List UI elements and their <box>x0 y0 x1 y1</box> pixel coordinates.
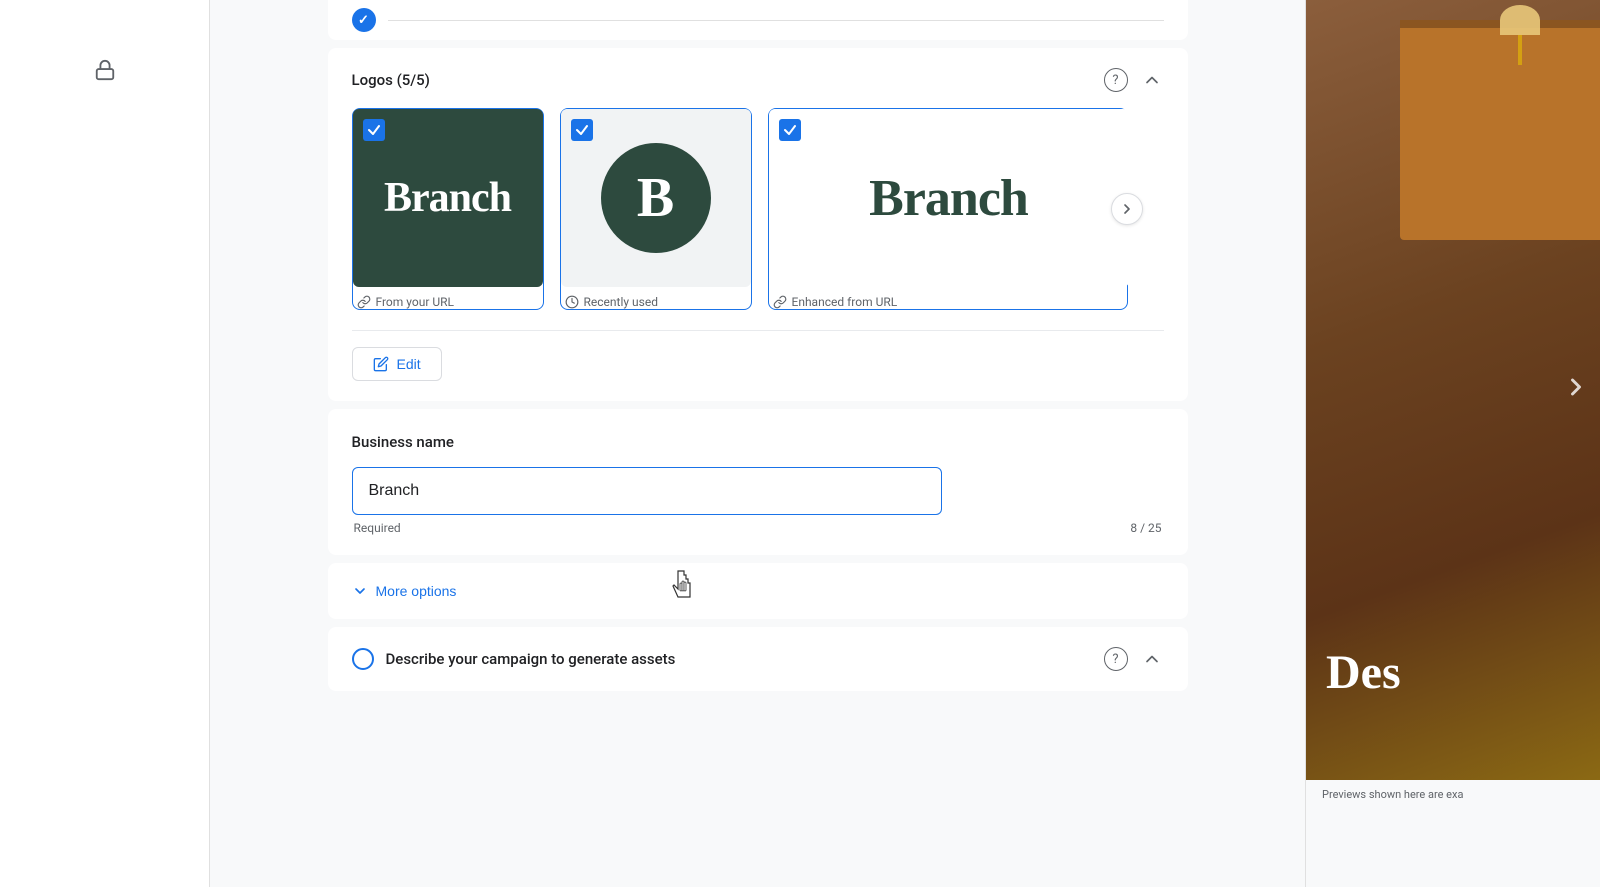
logo-3-label: Enhanced from URL <box>769 295 1127 309</box>
business-name-input-wrapper <box>352 467 1164 515</box>
logo-2-label: Recently used <box>561 295 751 309</box>
edit-btn-wrapper: Edit <box>352 330 1164 381</box>
logo-3-checkbox[interactable] <box>779 119 801 141</box>
describe-help-icon[interactable]: ? <box>1104 647 1128 671</box>
cursor-hand <box>668 569 700 609</box>
describe-section: Describe your campaign to generate asset… <box>328 627 1188 691</box>
preview-arrow-icon[interactable] <box>1562 373 1590 407</box>
step-indicator: ✓ <box>352 8 376 32</box>
logo-1-text: Branch <box>384 174 511 222</box>
describe-title: Describe your campaign to generate asset… <box>386 650 676 668</box>
input-meta: Required 8 / 25 <box>352 521 1164 535</box>
logos-section: Logos (5/5) ? <box>328 48 1188 401</box>
logos-help-icon[interactable]: ? <box>1104 68 1128 92</box>
describe-actions: ? <box>1104 647 1164 671</box>
logos-collapse-icon[interactable] <box>1140 68 1164 92</box>
logo-2-circle: B <box>601 143 711 253</box>
main-content: ✓ Logos (5/5) ? <box>210 0 1305 887</box>
logo-1-label: From your URL <box>353 295 543 309</box>
preview-text-overlay: Des <box>1326 645 1401 700</box>
logos-title: Logos (5/5) <box>352 71 430 89</box>
describe-collapse-icon[interactable] <box>1140 647 1164 671</box>
logo-3-image: Branch <box>769 109 1129 287</box>
describe-radio[interactable] <box>352 648 374 670</box>
logo-2-checkbox[interactable] <box>571 119 593 141</box>
logo-cards-container: Branch From your URL <box>352 108 1164 310</box>
edit-icon <box>373 356 389 372</box>
chevron-down-icon <box>352 583 368 599</box>
top-stub: ✓ <box>328 0 1188 40</box>
lock-icon <box>85 50 125 90</box>
business-name-section: Business name Required 8 / 25 <box>328 409 1188 555</box>
logos-actions: ? <box>1104 68 1164 92</box>
preview-image: Des Previews shown here are exa <box>1306 0 1600 887</box>
preview-note: Previews shown here are exa <box>1306 780 1600 809</box>
sidebar <box>0 0 210 887</box>
describe-left: Describe your campaign to generate asset… <box>352 648 676 670</box>
logo-card-3[interactable]: Branch Enhanced from URL <box>768 108 1128 310</box>
preview-panel: Des Previews shown here are exa <box>1305 0 1600 887</box>
preview-background: Des <box>1306 0 1600 780</box>
input-required-label: Required <box>354 521 401 535</box>
business-name-input[interactable] <box>352 467 942 515</box>
more-options-button[interactable]: More options <box>352 583 457 599</box>
logo-card-2[interactable]: B Recently used <box>560 108 752 310</box>
next-logo-arrow[interactable] <box>1111 193 1143 225</box>
lamp <box>1500 5 1540 65</box>
logo-1-checkbox[interactable] <box>363 119 385 141</box>
edit-button[interactable]: Edit <box>352 347 442 381</box>
logo-3-text: Branch <box>869 169 1028 228</box>
input-char-count: 8 / 25 <box>1130 521 1161 535</box>
logos-header: Logos (5/5) ? <box>352 68 1164 92</box>
logo-card-1[interactable]: Branch From your URL <box>352 108 544 310</box>
business-name-label: Business name <box>352 433 1164 451</box>
describe-header: Describe your campaign to generate asset… <box>352 647 1164 671</box>
more-options-section: More options <box>328 563 1188 619</box>
